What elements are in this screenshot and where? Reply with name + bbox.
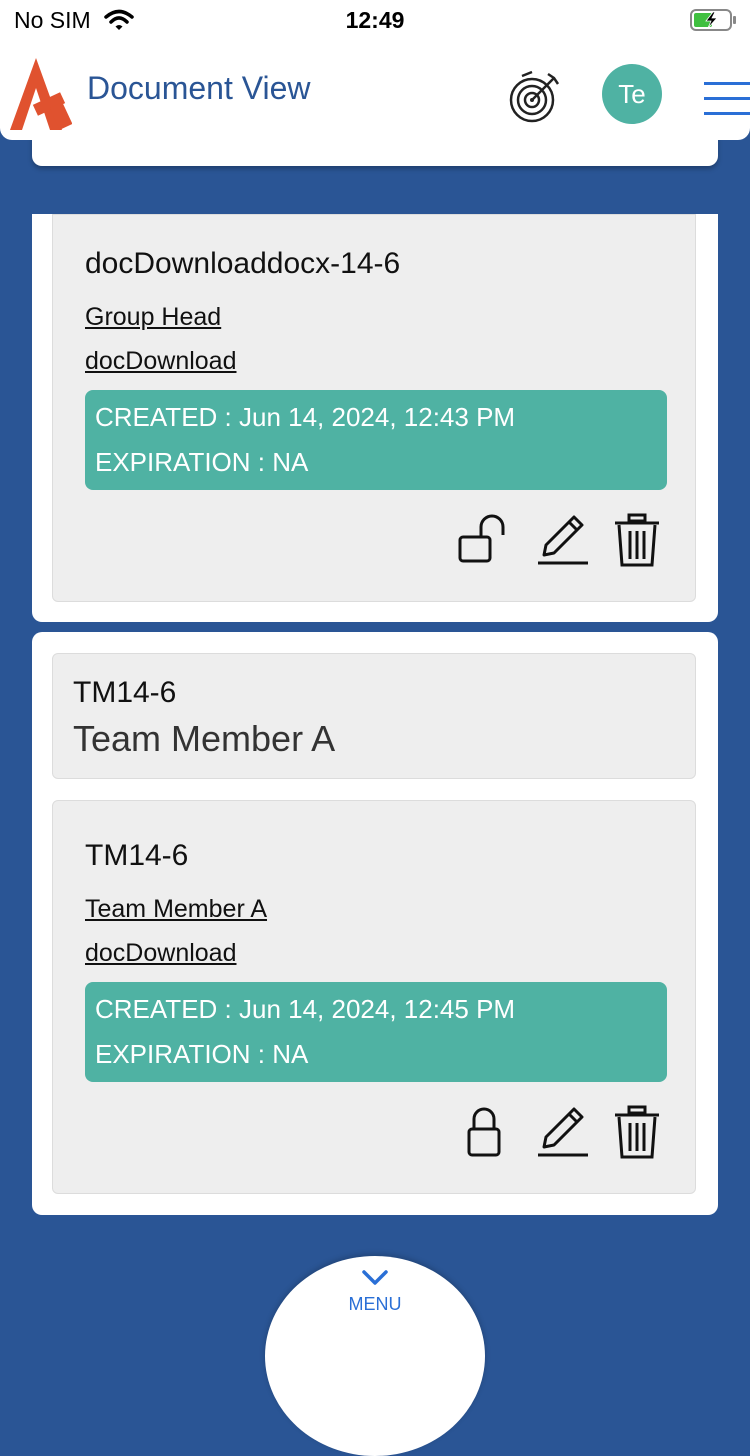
delete-trash-icon[interactable]	[613, 1105, 661, 1166]
document-card: docDownloaddocx-14-6 Group Head docDownl…	[32, 214, 718, 622]
delete-trash-icon[interactable]	[613, 513, 661, 574]
avatar[interactable]: Te	[602, 64, 662, 124]
created-date: CREATED : Jun 14, 2024, 12:45 PM	[95, 994, 516, 1024]
expiration-date: EXPIRATION : NA	[95, 1039, 309, 1069]
document-group-card: TM14-6 Team Member A TM14-6 Team Member …	[32, 632, 718, 1215]
owner-link[interactable]: Team Member A	[85, 895, 267, 924]
document-item: docDownloaddocx-14-6 Group Head docDownl…	[52, 214, 696, 602]
chevron-down-icon	[362, 1270, 388, 1291]
lock-icon[interactable]	[463, 1105, 507, 1164]
document-type-link[interactable]: docDownload	[85, 347, 237, 376]
document-title: TM14-6	[85, 839, 189, 872]
created-date: CREATED : Jun 14, 2024, 12:43 PM	[95, 402, 516, 432]
document-item: TM14-6 Team Member A docDownload CREATED…	[52, 800, 696, 1194]
page-title: Document View	[87, 70, 311, 106]
group-title: TM14-6	[73, 676, 177, 709]
bottom-menu-button[interactable]: MENU	[265, 1256, 485, 1456]
hamburger-menu-icon[interactable]	[704, 78, 750, 125]
edit-icon[interactable]	[536, 1105, 590, 1164]
document-type-link[interactable]: docDownload	[85, 939, 237, 968]
date-info-box: CREATED : Jun 14, 2024, 12:45 PM EXPIRAT…	[85, 982, 667, 1082]
menu-label: MENU	[348, 1294, 402, 1314]
owner-link[interactable]: Group Head	[85, 303, 221, 332]
battery-icon	[690, 8, 738, 37]
app-header: Document View Te	[0, 42, 750, 140]
target-icon[interactable]	[508, 70, 562, 129]
group-header[interactable]: TM14-6 Team Member A	[52, 653, 696, 779]
edit-icon[interactable]	[536, 513, 590, 572]
expiration-date: EXPIRATION : NA	[95, 447, 309, 477]
unlock-icon[interactable]	[457, 513, 511, 572]
group-subtitle: Team Member A	[73, 718, 336, 759]
document-title: docDownloaddocx-14-6	[85, 247, 401, 280]
status-bar: No SIM 12:49	[0, 0, 750, 42]
clock-time: 12:49	[345, 7, 405, 33]
app-logo-icon	[10, 52, 73, 137]
date-info-box: CREATED : Jun 14, 2024, 12:43 PM EXPIRAT…	[85, 390, 667, 490]
